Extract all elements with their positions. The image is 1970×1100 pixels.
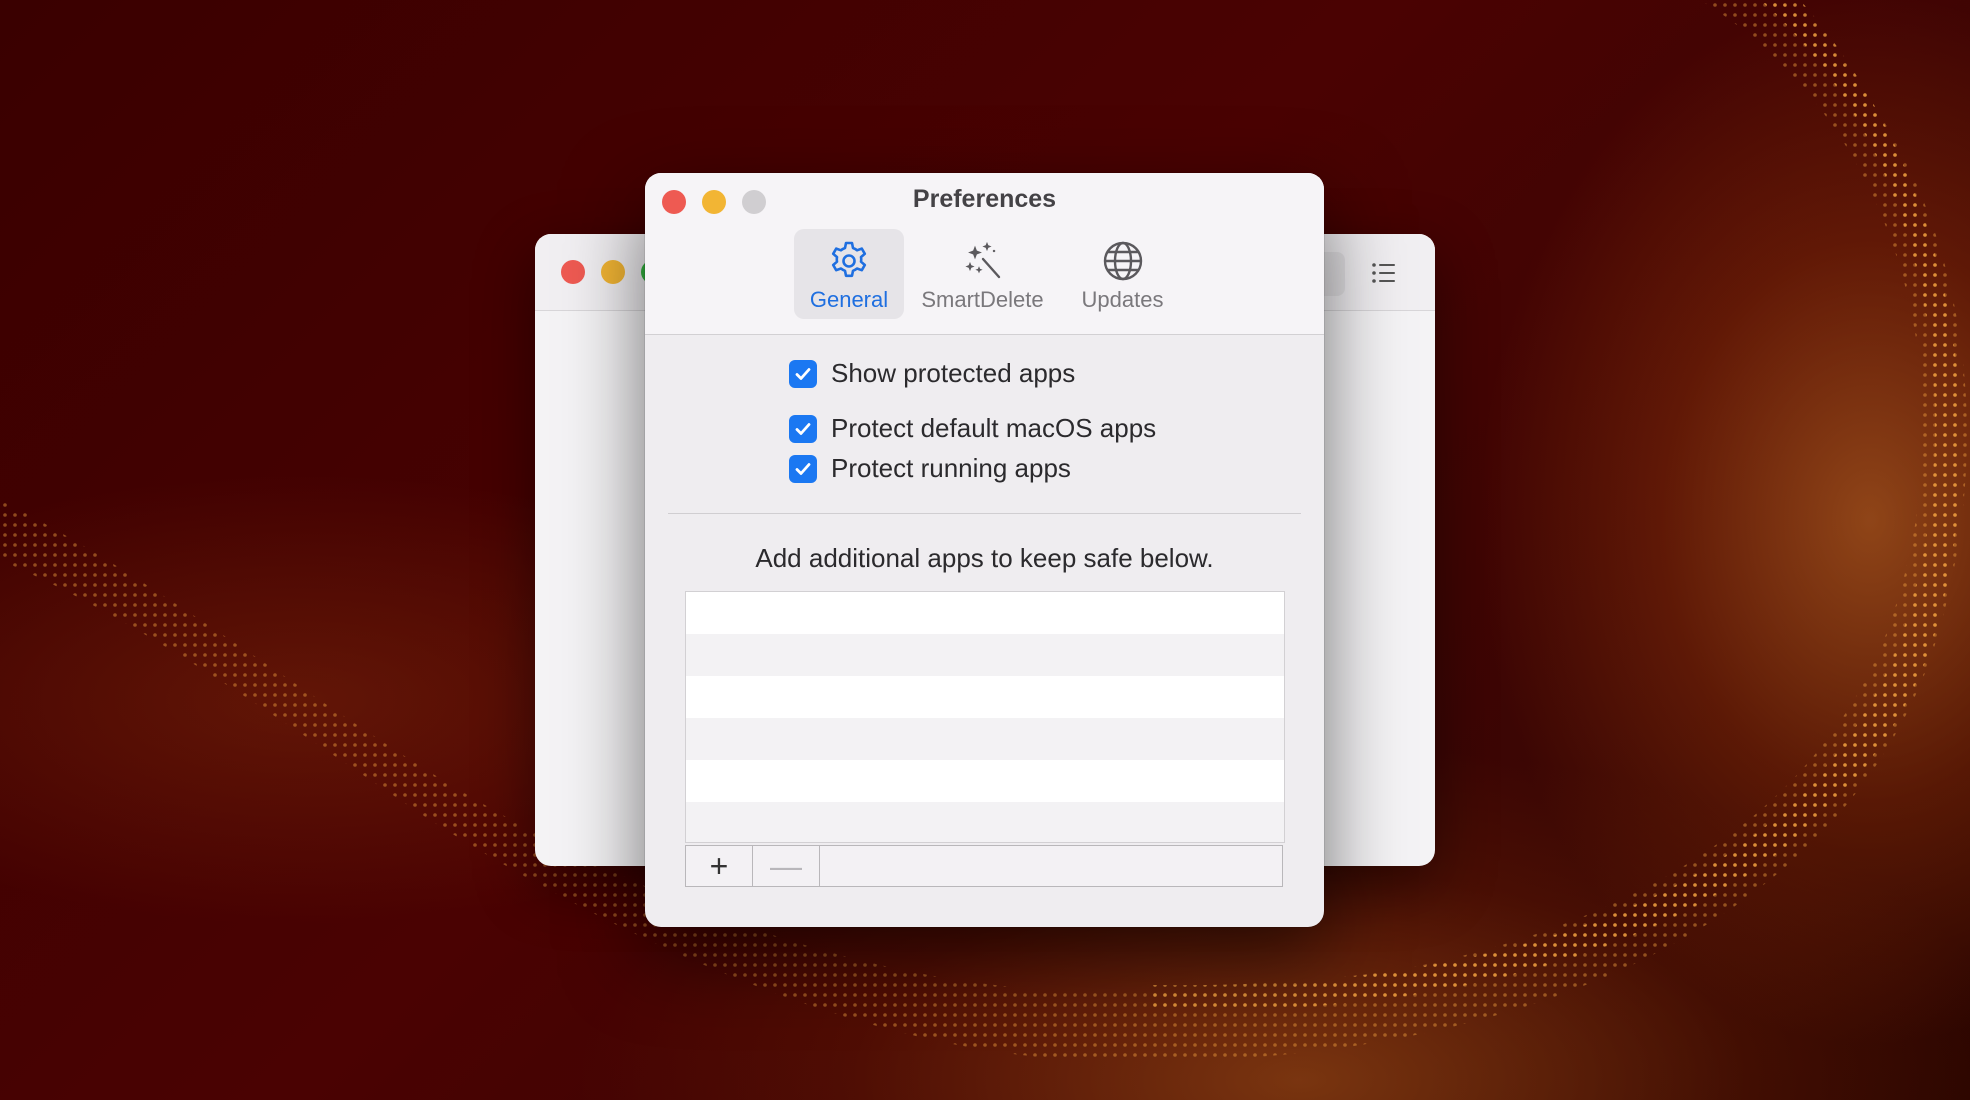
- remove-app-button[interactable]: —: [753, 846, 820, 886]
- preferences-window: Preferences General SmartDelete Updates …: [645, 173, 1324, 927]
- tab-updates-label: Updates: [1081, 287, 1164, 312]
- option-show-protected-apps[interactable]: Show protected apps: [789, 358, 1075, 389]
- globe-icon: [1103, 241, 1142, 281]
- list-footer-bar: + —: [685, 845, 1283, 887]
- gear-icon: [831, 241, 867, 278]
- preferences-toolbar: Preferences General SmartDelete Updates: [645, 173, 1324, 335]
- list-row[interactable]: [686, 760, 1284, 802]
- option-label: Show protected apps: [831, 358, 1076, 388]
- checkmark-icon: [795, 422, 811, 435]
- tab-smartdelete-label: SmartDelete: [921, 287, 1044, 312]
- safe-apps-list[interactable]: [685, 591, 1285, 843]
- checkmark-icon: [795, 367, 811, 380]
- option-label: Protect running apps: [831, 453, 1071, 483]
- list-row[interactable]: [686, 718, 1284, 760]
- add-app-button[interactable]: +: [686, 846, 753, 886]
- section-divider: [668, 513, 1301, 514]
- checkbox-protect-running-apps[interactable]: [789, 454, 817, 483]
- safe-list-description: Add additional apps to keep safe below.: [755, 543, 1214, 573]
- background-toolbar-field: [1321, 252, 1345, 296]
- list-row[interactable]: [686, 676, 1284, 718]
- background-close-button[interactable]: [561, 260, 585, 284]
- background-minimize-button[interactable]: [601, 260, 625, 284]
- list-row[interactable]: [686, 592, 1284, 634]
- tab-updates[interactable]: Updates: [1060, 229, 1185, 319]
- checkbox-protect-default-macos-apps[interactable]: [789, 414, 817, 443]
- list-view-icon[interactable]: [1369, 258, 1399, 288]
- tab-general[interactable]: General: [794, 229, 904, 319]
- window-title: Preferences: [912, 185, 1057, 213]
- checkmark-icon: [795, 462, 811, 475]
- option-protect-default-macos-apps[interactable]: Protect default macOS apps: [789, 413, 1156, 444]
- list-row[interactable]: [686, 802, 1284, 842]
- list-footer-spacer: [820, 846, 1282, 886]
- option-label: Protect default macOS apps: [831, 413, 1157, 443]
- list-row[interactable]: [686, 634, 1284, 676]
- tab-general-label: General: [809, 287, 889, 312]
- option-protect-running-apps[interactable]: Protect running apps: [789, 453, 1071, 484]
- tab-smartdelete[interactable]: SmartDelete: [915, 229, 1050, 319]
- magic-wand-icon: [964, 241, 1000, 279]
- checkbox-show-protected-apps[interactable]: [789, 359, 817, 388]
